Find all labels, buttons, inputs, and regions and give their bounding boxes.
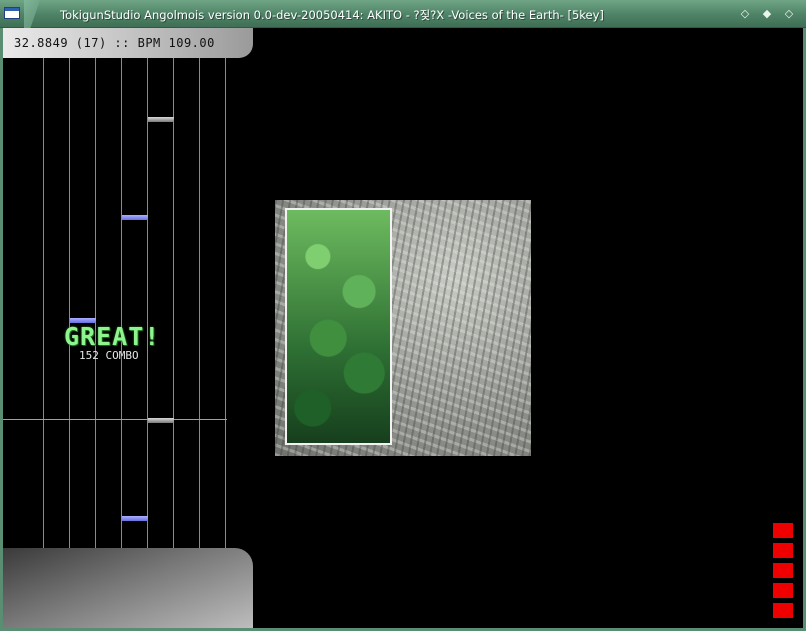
combo-counter: 152 COMBO	[79, 349, 139, 362]
title-bar-decoration	[24, 0, 40, 28]
window-title: TokigunStudio Angolmois version 0.0-dev-…	[60, 8, 604, 22]
note-blue	[122, 215, 148, 220]
key-panel	[3, 548, 253, 628]
gauge-segment	[773, 523, 793, 538]
minimize-button[interactable]: ◇	[738, 7, 752, 21]
lane-divider	[43, 58, 44, 548]
close-button[interactable]: ◇	[782, 7, 796, 21]
title-bar[interactable]: TokigunStudio Angolmois version 0.0-dev-…	[0, 0, 806, 28]
lane-divider	[225, 58, 226, 548]
lane-divider	[95, 58, 96, 548]
app-window-icon[interactable]	[4, 7, 20, 19]
forest-image	[285, 208, 392, 445]
gauge-segment	[773, 603, 793, 618]
note-gray	[148, 418, 174, 423]
gauge-segment	[773, 563, 793, 578]
lane-divider	[147, 58, 148, 548]
lane-divider	[199, 58, 200, 548]
note-playfield	[3, 58, 227, 548]
lane-divider	[173, 58, 174, 548]
status-panel: 32.8849 (17) :: BPM 109.00	[3, 28, 253, 58]
note-blue	[122, 516, 148, 521]
gauge-segment	[773, 583, 793, 598]
lane-divider	[121, 58, 122, 548]
gauge-segment	[773, 543, 793, 558]
note-gray	[148, 117, 174, 122]
judgement-line	[3, 419, 227, 420]
maximize-button[interactable]: ◆	[760, 7, 774, 21]
lane-divider	[69, 58, 70, 548]
judgement-grade: GREAT!	[64, 322, 161, 351]
time-bpm-readout: 32.8849 (17) :: BPM 109.00	[14, 36, 215, 50]
background-animation	[275, 200, 531, 456]
